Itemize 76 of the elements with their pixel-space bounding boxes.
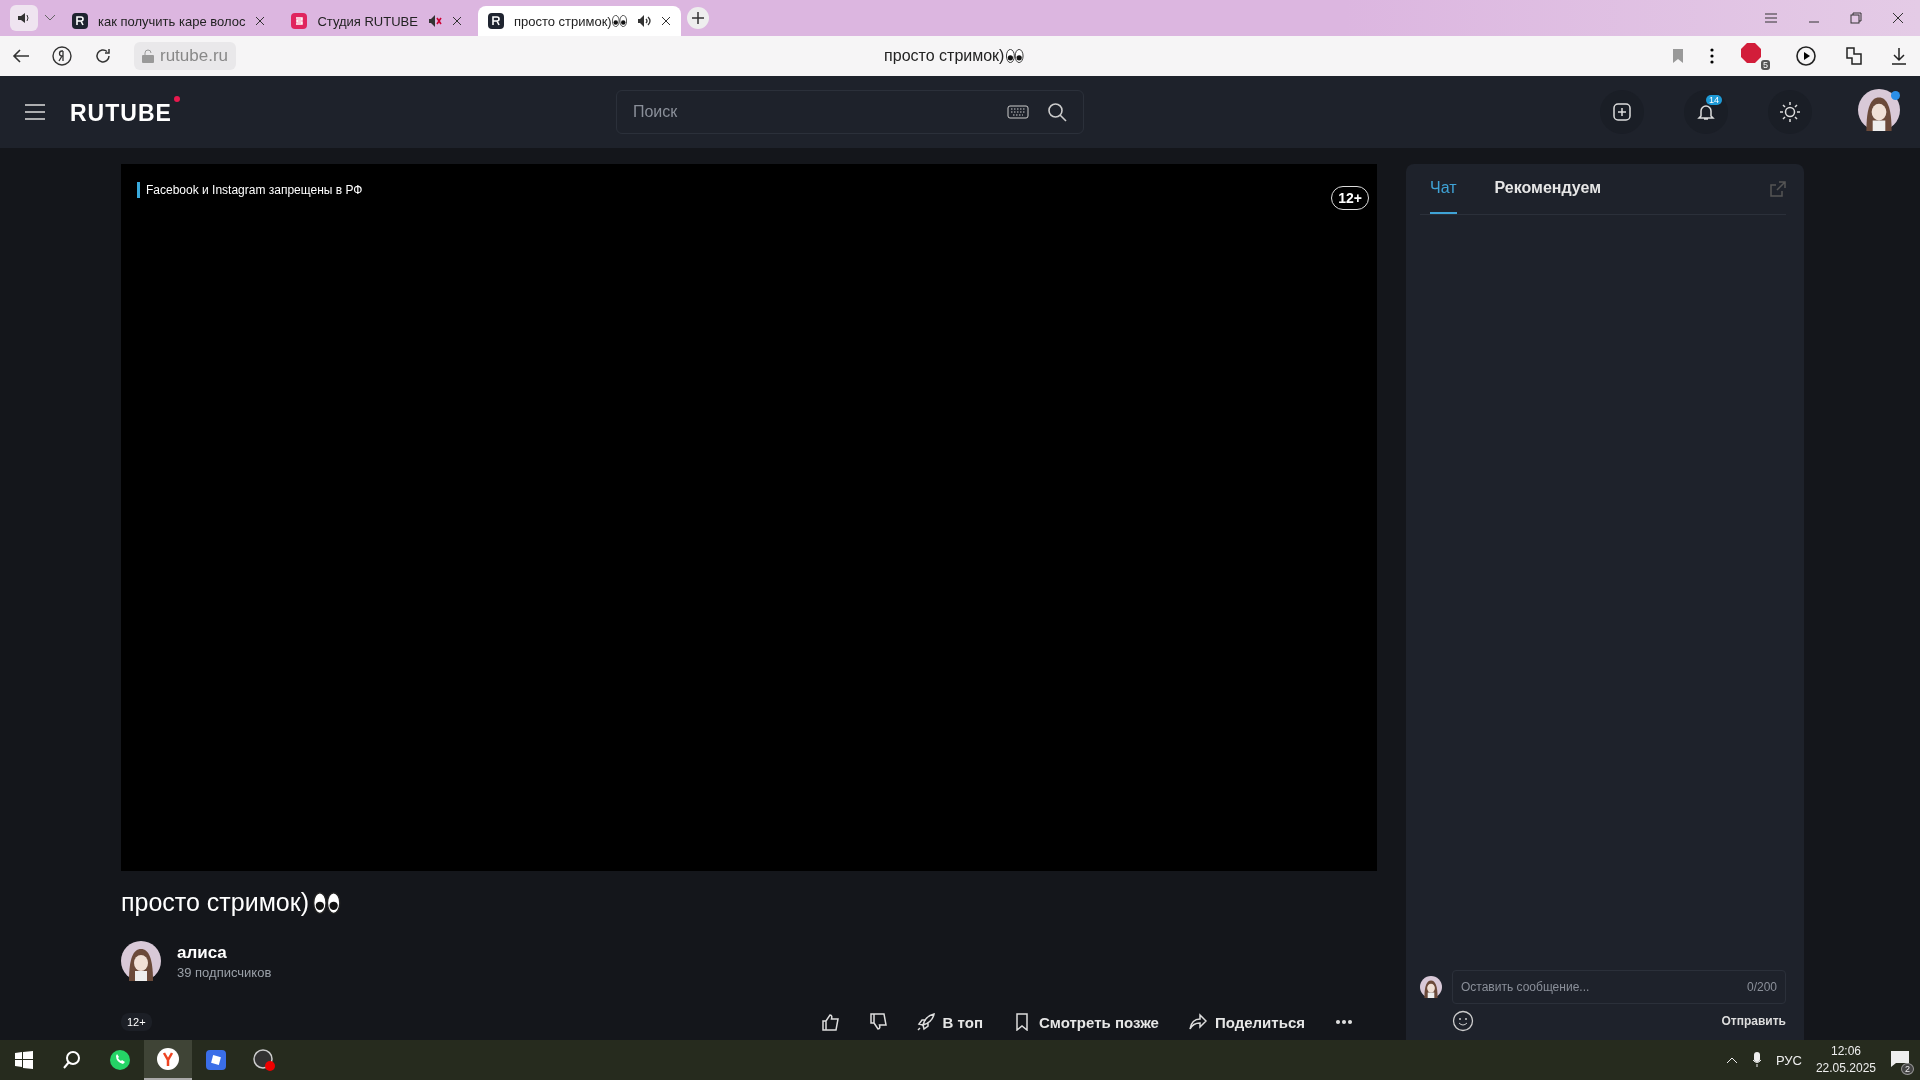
close-icon[interactable] [1892, 12, 1904, 24]
back-icon[interactable] [12, 48, 30, 64]
like-icon[interactable] [820, 1013, 839, 1031]
panel-tab[interactable]: Чат [1430, 164, 1457, 214]
browser-logo-icon[interactable] [52, 46, 72, 66]
eyes-icon [1006, 49, 1024, 63]
top-button[interactable]: В топ [910, 1009, 989, 1035]
age-rating: 12+ [121, 1013, 152, 1031]
later-button[interactable]: Смотреть позже [1007, 1009, 1165, 1035]
download-icon[interactable] [1890, 47, 1908, 65]
site-icon [487, 13, 504, 29]
status-dot [1891, 91, 1900, 100]
app-icon [291, 13, 308, 29]
share-button[interactable]: Поделиться [1182, 1009, 1311, 1035]
stop-sign-icon[interactable] [1740, 42, 1762, 64]
eyes-icon [313, 891, 341, 914]
video-play-icon[interactable] [1796, 45, 1818, 67]
bell-icon[interactable] [1697, 103, 1715, 121]
reload-icon[interactable] [94, 47, 112, 65]
notice-text: Facebook и Instagram запрещены в РФ [137, 182, 363, 198]
channel-avatar[interactable] [121, 941, 161, 981]
browser-tab[interactable]: просто стримок) [477, 6, 681, 36]
message-field[interactable]: Оставить сообщение... 0/200 [1452, 970, 1786, 1004]
microphone-icon[interactable] [1751, 1052, 1762, 1068]
adblock-count: 5 [1761, 60, 1770, 70]
keyboard-icon[interactable] [1006, 105, 1029, 119]
browser-tab[interactable]: как получить каре волос [62, 6, 276, 36]
close-icon[interactable] [660, 16, 671, 26]
search-icon[interactable] [1046, 102, 1067, 122]
speaker-icon[interactable] [17, 12, 31, 24]
square-app-icon[interactable] [204, 1048, 228, 1072]
tab-audio-button[interactable] [10, 5, 38, 31]
browser-icon[interactable] [156, 1047, 180, 1071]
language-indicator[interactable]: РУС [1775, 1052, 1802, 1068]
dislike-icon[interactable] [868, 1013, 887, 1031]
more-icon[interactable] [1710, 48, 1714, 64]
browser-button[interactable] [144, 1040, 192, 1080]
upload-button[interactable] [1600, 90, 1644, 134]
user-avatar[interactable] [1858, 89, 1900, 131]
subscriber-count: 39 подписчиков [177, 964, 272, 980]
muted-speaker-icon[interactable] [427, 14, 442, 28]
video-player[interactable]: Facebook и Instagram запрещены в РФ 12+ [121, 164, 1377, 871]
send-button[interactable]: Отправить [1721, 1014, 1786, 1028]
search-field[interactable]: Поиск [615, 90, 1084, 134]
panel-tab[interactable]: Рекомендуем [1494, 164, 1602, 214]
video-title: просто стримок) [121, 888, 310, 917]
adblock-button[interactable]: 5 [1740, 42, 1770, 70]
phone-chat-icon[interactable] [108, 1048, 132, 1072]
new-tab-icon[interactable] [686, 7, 709, 29]
record-icon[interactable] [252, 1048, 276, 1072]
close-icon[interactable] [255, 16, 266, 26]
chevron-down-icon[interactable] [44, 14, 56, 22]
sun-icon[interactable] [1779, 101, 1801, 123]
emoji-icon[interactable] [1452, 1010, 1474, 1032]
chevron-up-icon[interactable] [1725, 1056, 1738, 1064]
close-icon[interactable] [451, 16, 462, 26]
bookmark-icon[interactable] [1013, 1013, 1031, 1031]
speaker-icon[interactable] [636, 14, 651, 28]
site-icon [72, 13, 88, 29]
notification-count: 14 [1706, 95, 1722, 105]
character-counter: 0/200 [1746, 980, 1777, 994]
theme-button[interactable] [1768, 90, 1812, 134]
plus-icon[interactable] [1613, 103, 1631, 121]
browser-tab[interactable]: Студия RUTUBE [281, 6, 472, 36]
eyes-icon [611, 15, 627, 27]
windows-logo-icon[interactable] [15, 1051, 33, 1069]
page-title: просто стримок) [884, 47, 1005, 65]
extensions-icon[interactable] [1844, 46, 1864, 66]
restore-icon[interactable] [1850, 12, 1862, 24]
channel-name[interactable]: алиса [177, 942, 272, 963]
clock[interactable]: 12:06 22.05.2025 [1815, 1043, 1876, 1077]
user-avatar[interactable] [1420, 976, 1442, 998]
search-icon[interactable] [62, 1050, 82, 1070]
rocket-icon[interactable] [916, 1013, 935, 1031]
share-icon[interactable] [1188, 1013, 1207, 1031]
rutube-logo[interactable]: RUTUBE [70, 96, 180, 128]
